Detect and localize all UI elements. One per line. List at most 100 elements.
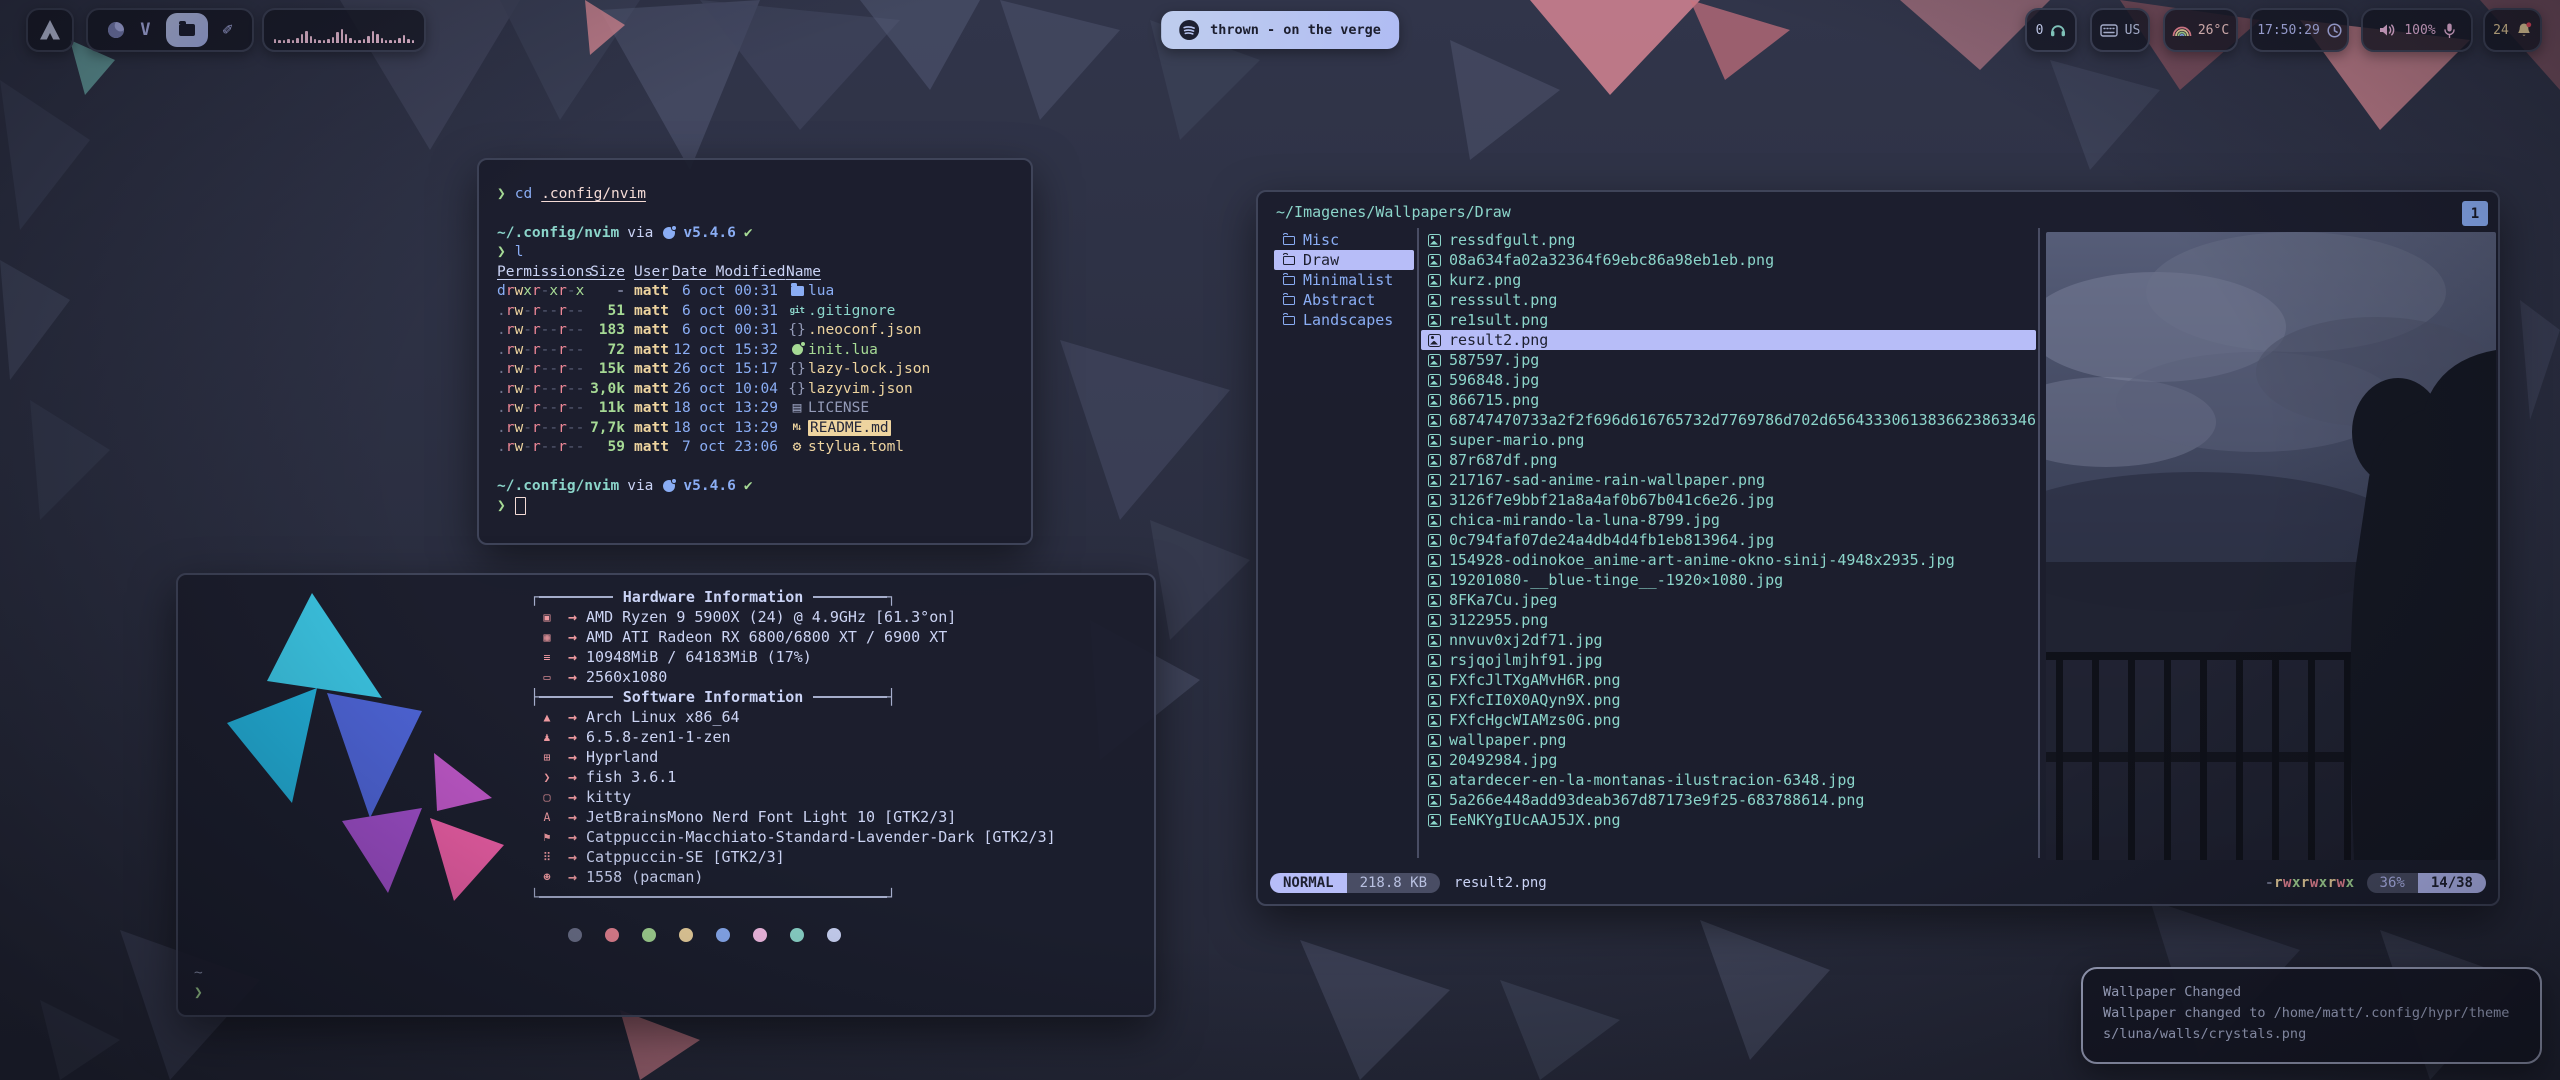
sidebar-dir-abstract[interactable]: Abstract [1274,290,1414,310]
file-row[interactable]: 587597.jpg [1421,350,2036,370]
file-date-modified: 18 oct 13:29 [672,400,778,416]
context-via: via [627,225,653,241]
file-name: nnvuv0xj2df71.jpg [1449,631,1603,649]
fetch-info-row: ▢→kitty [530,787,1140,807]
now-playing-title: thrown - on the verge [1210,22,1381,38]
cwd-path: ~/.config/nvim [497,478,619,494]
bar-module-volume[interactable]: 100% [2361,8,2473,52]
file-row[interactable]: FXfcHgcWIAMzs0G.png [1421,710,2036,730]
file-manager-window[interactable]: ~/Imagenes/Wallpapers/Draw 1 MiscDrawMin… [1256,190,2500,906]
file-row[interactable]: 3122955.png [1421,610,2036,630]
cava-bar [305,31,307,43]
file-row[interactable]: result2.png [1421,330,2036,350]
image-file-icon [1428,774,1441,787]
file-row[interactable]: 68747470733a2f2f696d616765732d7769786d70… [1421,410,2036,430]
file-row[interactable]: nnvuv0xj2df71.jpg [1421,630,2036,650]
prompt-symbol: ❯ [497,244,506,260]
file-row[interactable]: re1sult.png [1421,310,2036,330]
file-name: resssult.png [1449,291,1557,309]
cava-bar [349,38,351,43]
file-row[interactable]: 596848.jpg [1421,370,2036,390]
bar-module-notifications[interactable]: 24 [2483,8,2542,52]
file-row[interactable]: FXfcII0X0AQyn9X.png [1421,690,2036,710]
cava-bar [327,39,329,43]
vim-icon[interactable]: V [140,20,150,40]
shell-prompt[interactable]: ~ ❯ [194,963,203,1003]
file-row[interactable]: EeNKYgIUcAAJ5JX.png [1421,810,2036,830]
command-text: l [515,244,524,260]
scroll-percentage: 36% [2367,873,2418,893]
file-row[interactable]: ressdfgult.png [1421,230,2036,250]
shell-input-line[interactable]: ❯ [497,496,1017,516]
sidebar-dir-landscapes[interactable]: Landscapes [1274,310,1414,330]
file-name: README.md [808,420,891,436]
file-row[interactable]: 154928-odinokoe_anime-art-anime-okno-sin… [1421,550,2036,570]
image-file-icon [1428,574,1441,587]
file-row[interactable]: 20492984.jpg [1421,750,2036,770]
bar-module-clients[interactable]: 0 [2025,8,2077,52]
bar-module-now-playing[interactable]: thrown - on the verge [1161,11,1399,49]
sidebar-dir-draw[interactable]: Draw [1274,250,1414,270]
bar-module-clock[interactable]: 17:50:29 [2250,8,2349,52]
file-row[interactable]: 19201080-__blue-tinge__-1920×1080.jpg [1421,570,2036,590]
file-row[interactable]: 87r687df.png [1421,450,2036,470]
bell-icon [2516,22,2532,38]
bar-module-launcher[interactable] [26,8,74,52]
arrow-icon: → [568,708,577,726]
lua-version: v5.4.6 [683,225,735,241]
brush-icon[interactable]: ✐ [223,20,233,40]
frame-bottom: └ ┘ [530,887,896,907]
cava-bar [385,40,387,43]
file-row[interactable]: 866715.png [1421,390,2036,410]
file-row[interactable]: 3126f7e9bbf21a8a4af0b67b041c6e26.jpg [1421,490,2036,510]
fetch-terminal-window[interactable]: ┌ Hardware Information ┐ ▣→AMD Ryzen 9 5… [176,573,1156,1017]
moon-glyph [792,344,803,355]
fetch-info: ┌ Hardware Information ┐ ▣→AMD Ryzen 9 5… [530,587,1140,942]
file-row[interactable]: 8FKa7Cu.jpeg [1421,590,2036,610]
clock-icon [2327,23,2342,38]
file-row[interactable]: rsjqojlmjhf91.jpg [1421,650,2036,670]
file-size: 218.8 KB [1347,873,1440,893]
file-name: FXfcHgcWIAMzs0G.png [1449,711,1621,729]
file-manager-shortcut-active[interactable] [166,13,208,47]
arrow-icon: → [568,608,577,626]
notification-toast[interactable]: Wallpaper Changed Wallpaper changed to /… [2081,967,2542,1064]
file-row[interactable]: 0c794faf07de24a4db4d4fb1eb813964.jpg [1421,530,2036,550]
clock-value: 17:50:29 [2257,23,2320,38]
theme-icon: ⚑ [538,830,556,844]
file-permissions: .rw-r--r-- [497,303,587,319]
hardware-title: Hardware Information [613,588,814,606]
file-owner: matt [634,322,672,338]
file-row[interactable]: resssult.png [1421,290,2036,310]
bar-module-weather[interactable]: 26°C [2163,8,2238,52]
bar-module-keyboard-layout[interactable]: US [2090,8,2150,52]
file-name: 3122955.png [1449,611,1548,629]
icon-theme-icon: ⠿ [538,850,556,864]
file-row[interactable]: wallpaper.png [1421,730,2036,750]
file-row[interactable]: 5a266e448add93deab367d87173e9f25-6837886… [1421,790,2036,810]
file-row[interactable]: kurz.png [1421,270,2036,290]
sidebar-dir-misc[interactable]: Misc [1274,230,1414,250]
file-row[interactable]: FXfcJlTXgAMvH6R.png [1421,670,2036,690]
file-row[interactable]: 08a634fa02a32364f69ebc86a98eb1eb.png [1421,250,2036,270]
firefox-icon[interactable] [107,21,125,39]
image-file-icon [1428,754,1441,767]
file-row[interactable]: super-mario.png [1421,430,2036,450]
file-name: 0c794faf07de24a4db4d4fb1eb813964.jpg [1449,531,1774,549]
file-size: 72 [587,342,625,358]
file-row[interactable]: chica-mirando-la-luna-8799.jpg [1421,510,2036,530]
sidebar-dir-minimalist[interactable]: Minimalist [1274,270,1414,290]
directory-sidebar: MiscDrawMinimalistAbstractLandscapes [1274,230,1414,330]
file-row[interactable]: atardecer-en-la-montanas-ilustracion-634… [1421,770,2036,790]
file-row[interactable]: 217167-sad-anime-rain-wallpaper.png [1421,470,2036,490]
header-permissions: Permissions [497,264,587,280]
image-file-icon [1428,414,1441,427]
file-name: chica-mirando-la-luna-8799.jpg [1449,511,1720,529]
terminal-window[interactable]: ❯cd.config/nvim ~/.config/nvim via v5.4.… [477,158,1033,545]
dir-label: Abstract [1303,291,1375,309]
frame-corner: ┤ [887,688,896,706]
cpu-icon: ▣ [538,610,556,624]
file-name: 587597.jpg [1449,351,1539,369]
tab-badge[interactable]: 1 [2462,201,2488,226]
file-permissions: drwxr-xr-x [497,283,587,299]
